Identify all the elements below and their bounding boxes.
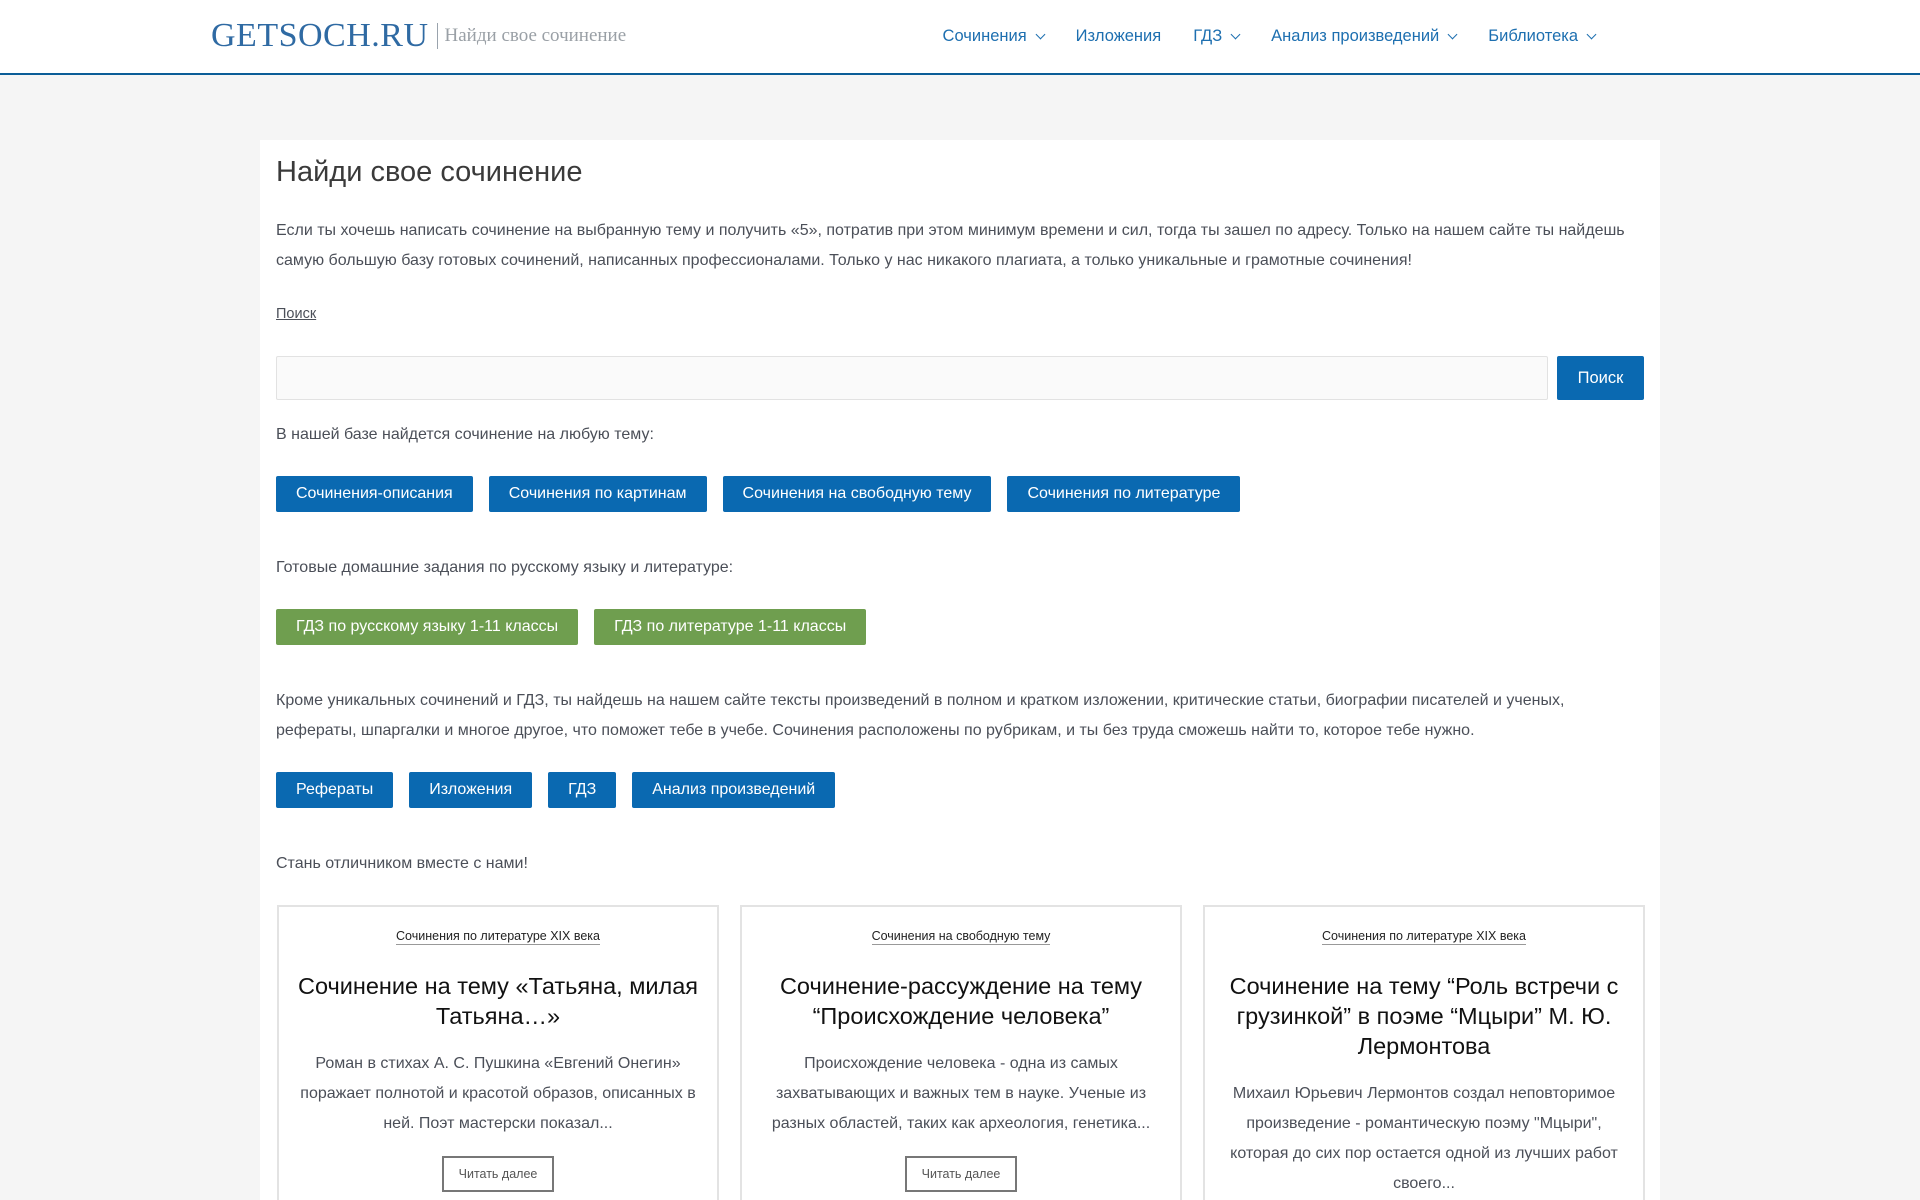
nav-item-analiz[interactable]: Анализ произведений	[1271, 27, 1458, 46]
article-card: Сочинения по литературе XIX века Сочинен…	[277, 905, 719, 1200]
search-button[interactable]: Поиск	[1557, 356, 1644, 400]
extra-button-gdz[interactable]: ГДЗ	[548, 772, 617, 808]
topic-button-kartiny[interactable]: Сочинения по картинам	[488, 476, 707, 512]
article-cards: Сочинения по литературе XIX века Сочинен…	[277, 905, 1645, 1200]
card-title[interactable]: Сочинение на тему “Роль встречи с грузин…	[1219, 971, 1629, 1061]
main-content: Найди свое сочинение Если ты хочешь напи…	[260, 140, 1660, 1200]
nav-item-label: Сочинения	[942, 27, 1027, 45]
gdz-button-russian[interactable]: ГДЗ по русскому языку 1-11 классы	[276, 609, 579, 645]
gdz-button-literature[interactable]: ГДЗ по литературе 1-11 классы	[594, 609, 867, 645]
topic-button-svobodnaya[interactable]: Сочинения на свободную тему	[722, 476, 992, 512]
extra-text: Кроме уникальных сочинений и ГДЗ, ты най…	[276, 692, 1565, 739]
nav-item-sochineniya[interactable]: Сочинения	[942, 27, 1046, 46]
site-header: GETSOCH.RU Найди свое сочинение Сочинени…	[0, 0, 1920, 75]
intro-text: Если ты хочешь написать сочинение на выб…	[276, 222, 1625, 269]
read-more-button[interactable]: Читать далее	[904, 1156, 1018, 1192]
page-title: Найди свое сочинение	[276, 156, 583, 188]
logo-text[interactable]: GETSOCH.RU	[211, 17, 429, 55]
card-excerpt: Происхождение человека - одна из самых з…	[771, 1055, 1151, 1132]
extra-button-izlozheniya[interactable]: Изложения	[409, 772, 533, 808]
chevron-down-icon	[1035, 29, 1046, 40]
extra-button-analiz[interactable]: Анализ произведений	[632, 772, 836, 808]
article-card: Сочинения по литературе XIX века Сочинен…	[1203, 905, 1645, 1200]
card-excerpt: Михаил Юрьевич Лермонтов создал неповтор…	[1230, 1085, 1618, 1192]
topic-button-literatura[interactable]: Сочинения по литературе	[1007, 476, 1241, 512]
article-card: Сочинения на свободную тему Сочинение-ра…	[740, 905, 1182, 1200]
card-title[interactable]: Сочинение-рассуждение на тему “Происхожд…	[756, 971, 1166, 1031]
nav-item-biblioteka[interactable]: Библиотека	[1488, 27, 1597, 46]
logo-divider	[436, 23, 438, 49]
extra-buttons: Рефераты Изложения ГДЗ Анализ произведен…	[276, 772, 851, 808]
nav-item-label: ГДЗ	[1193, 27, 1223, 45]
card-category-link[interactable]: Сочинения на свободную тему	[871, 929, 1051, 945]
site-logo[interactable]: GETSOCH.RU Найди свое сочинение	[211, 16, 626, 56]
topics-text: В нашей базе найдется сочинение на любую…	[276, 426, 654, 443]
chevron-down-icon	[1230, 29, 1241, 40]
chevron-down-icon	[1447, 29, 1458, 40]
search-label[interactable]: Поиск	[276, 306, 316, 322]
card-title[interactable]: Сочинение на тему «Татьяна, милая Татьян…	[293, 971, 703, 1031]
gdz-text: Готовые домашние задания по русскому язы…	[276, 559, 734, 576]
main-nav: Сочинения Изложения ГДЗ Анализ произведе…	[942, 0, 1597, 73]
nav-item-gdz[interactable]: ГДЗ	[1193, 27, 1241, 46]
nav-item-izlozheniya[interactable]: Изложения	[1076, 27, 1162, 46]
card-category-link[interactable]: Сочинения по литературе XIX века	[396, 929, 600, 945]
nav-item-label: Библиотека	[1488, 27, 1578, 45]
nav-item-label: Анализ произведений	[1271, 27, 1440, 45]
search-input[interactable]	[276, 356, 1548, 400]
topic-buttons: Сочинения-описания Сочинения по картинам…	[276, 476, 1256, 512]
gdz-buttons: ГДЗ по русскому языку 1-11 классы ГДЗ по…	[276, 609, 882, 645]
closing-text: Стань отличником вместе с нами!	[276, 855, 528, 872]
card-category-link[interactable]: Сочинения по литературе XIX века	[1322, 929, 1526, 945]
chevron-down-icon	[1586, 29, 1597, 40]
topic-button-opisaniya[interactable]: Сочинения-описания	[276, 476, 473, 512]
card-excerpt: Роман в стихах А. С. Пушкина «Евгений Он…	[300, 1055, 696, 1132]
read-more-button[interactable]: Читать далее	[441, 1156, 555, 1192]
site-tagline: Найди свое сочинение	[444, 25, 627, 46]
extra-button-referaty[interactable]: Рефераты	[276, 772, 394, 808]
nav-item-label: Изложения	[1075, 27, 1162, 45]
